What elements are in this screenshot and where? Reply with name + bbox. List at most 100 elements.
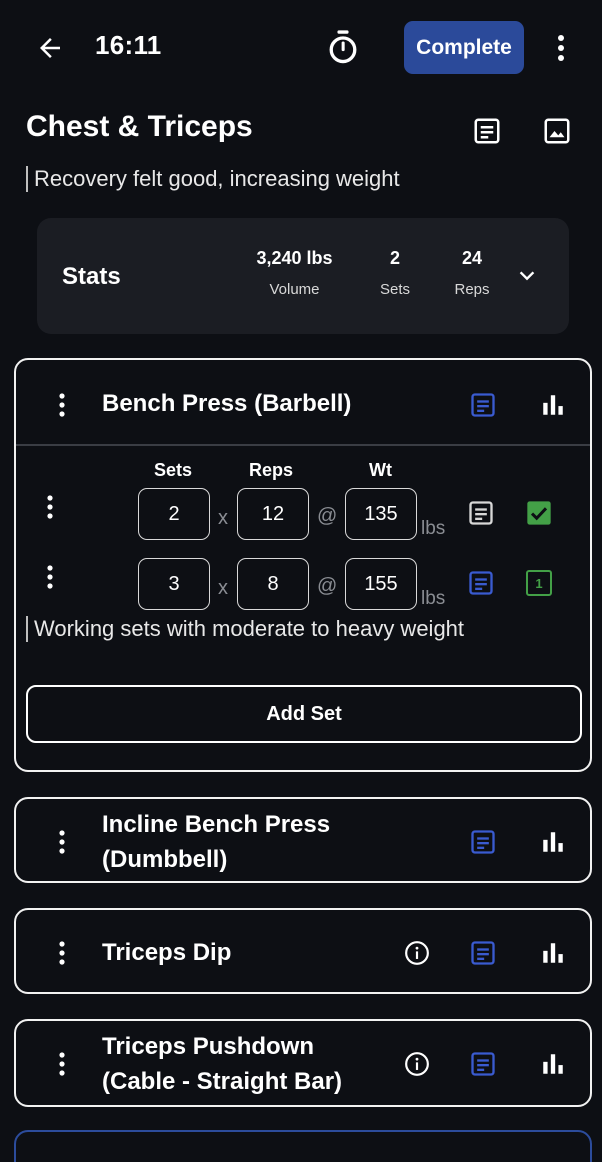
set-count-field[interactable]: 2 bbox=[138, 488, 210, 540]
bar-chart-icon bbox=[543, 395, 563, 415]
more-vert-icon bbox=[47, 565, 53, 589]
exercise-menu-button[interactable] bbox=[52, 827, 72, 857]
workout-notes-button[interactable] bbox=[470, 114, 504, 148]
at-separator: @ bbox=[317, 575, 338, 597]
workout-image-button[interactable] bbox=[540, 114, 574, 148]
set-count-field[interactable]: 3 bbox=[138, 558, 210, 610]
notes-icon bbox=[471, 1052, 495, 1076]
workout-note-text: Recovery felt good, increasing weight bbox=[34, 166, 400, 191]
exercise-info-button[interactable] bbox=[400, 1047, 434, 1081]
set-status-checkbox[interactable]: 1 bbox=[522, 566, 556, 600]
info-icon bbox=[405, 941, 429, 965]
column-header-weight: Wt bbox=[369, 460, 392, 480]
notes-icon bbox=[474, 118, 500, 144]
column-header-sets: Sets bbox=[154, 460, 193, 480]
stat-volume-value: 3,240 lbs bbox=[256, 248, 333, 268]
reps-field[interactable]: 12 bbox=[237, 488, 309, 540]
back-button[interactable] bbox=[30, 28, 70, 68]
set-number-icon: 1 bbox=[526, 570, 552, 596]
set-row-menu-button[interactable] bbox=[40, 492, 60, 522]
exercise-history-button[interactable] bbox=[536, 1047, 570, 1081]
stat-sets-value: 2 bbox=[389, 248, 400, 268]
more-vert-icon bbox=[59, 941, 65, 965]
complete-button[interactable]: Complete bbox=[404, 21, 524, 74]
stat-reps-label: Reps bbox=[454, 281, 490, 298]
exercise-notes-button[interactable] bbox=[466, 1047, 500, 1081]
exercise-card-incline-bench-press[interactable]: Incline Bench Press (Dumbbell) bbox=[14, 797, 592, 883]
set-notes-button[interactable] bbox=[464, 566, 498, 600]
exercise-name[interactable]: Bench Press (Barbell) bbox=[102, 386, 351, 421]
stats-label: Stats bbox=[62, 263, 121, 290]
exercise-name-line-1: Incline Bench Press bbox=[102, 811, 331, 838]
overflow-menu-button[interactable] bbox=[545, 30, 577, 66]
bar-chart-icon bbox=[543, 1054, 563, 1074]
notes-icon bbox=[471, 941, 495, 965]
stat-sets-label: Sets bbox=[379, 281, 410, 298]
reps-field[interactable]: 8 bbox=[237, 558, 309, 610]
times-separator: x bbox=[218, 507, 228, 529]
set-number-label: 1 bbox=[535, 575, 543, 591]
notes-icon bbox=[469, 571, 493, 595]
weight-field[interactable]: 155 bbox=[345, 558, 417, 610]
exercise-name[interactable]: Triceps Dip bbox=[102, 935, 231, 970]
back-arrow-icon bbox=[40, 38, 60, 58]
exercise-note[interactable]: Working sets with moderate to heavy weig… bbox=[26, 616, 464, 642]
weight-unit: lbs bbox=[421, 588, 446, 609]
more-vert-icon bbox=[59, 1052, 65, 1076]
exercise-notes-button[interactable] bbox=[466, 825, 500, 859]
weight-unit: lbs bbox=[421, 518, 446, 539]
timer-button[interactable] bbox=[322, 26, 364, 68]
workout-title[interactable]: Chest & Triceps bbox=[26, 110, 253, 144]
exercise-menu-button[interactable] bbox=[52, 1049, 72, 1079]
bar-chart-icon bbox=[543, 943, 563, 963]
exercise-name-line-2: (Dumbbell) bbox=[102, 846, 228, 873]
set-notes-button[interactable] bbox=[464, 496, 498, 530]
stat-volume: 3,240 lbs Volume bbox=[242, 248, 347, 298]
top-app-bar: 16:11 Complete bbox=[0, 0, 602, 96]
column-header-reps: Reps bbox=[249, 460, 294, 480]
workout-note[interactable]: Recovery felt good, increasing weight bbox=[26, 166, 400, 192]
more-vert-icon bbox=[47, 495, 53, 519]
image-icon bbox=[544, 118, 570, 144]
times-separator: x bbox=[218, 577, 228, 599]
text-cursor bbox=[26, 166, 28, 192]
stats-expand-button[interactable] bbox=[511, 260, 543, 292]
set-complete-checkbox[interactable] bbox=[522, 496, 556, 530]
exercise-history-button[interactable] bbox=[536, 825, 570, 859]
exercise-menu-button[interactable] bbox=[52, 938, 72, 968]
exercise-card-triceps-dip[interactable]: Triceps Dip bbox=[14, 908, 592, 994]
card-divider bbox=[16, 444, 590, 446]
stat-volume-label: Volume bbox=[269, 281, 320, 298]
exercise-name[interactable]: Triceps Pushdown (Cable - Straight Bar) bbox=[102, 1029, 342, 1099]
chevron-down-icon bbox=[519, 271, 535, 281]
more-vert-icon bbox=[558, 35, 564, 61]
notes-icon bbox=[471, 393, 495, 417]
stat-reps: 24 Reps bbox=[447, 248, 497, 298]
exercise-history-button[interactable] bbox=[536, 388, 570, 422]
stat-reps-value: 24 bbox=[461, 248, 483, 268]
add-set-button[interactable]: Add Set bbox=[26, 685, 582, 743]
more-vert-icon bbox=[59, 830, 65, 854]
text-cursor bbox=[26, 616, 28, 642]
info-icon bbox=[405, 1052, 429, 1076]
weight-field[interactable]: 135 bbox=[345, 488, 417, 540]
timer-icon bbox=[329, 30, 357, 64]
exercise-notes-button[interactable] bbox=[466, 936, 500, 970]
exercise-notes-button[interactable] bbox=[466, 388, 500, 422]
checkbox-checked-icon bbox=[527, 501, 551, 525]
at-separator: @ bbox=[317, 505, 338, 527]
exercise-info-button[interactable] bbox=[400, 936, 434, 970]
stat-sets: 2 Sets bbox=[370, 248, 420, 298]
exercise-card-triceps-pushdown[interactable]: Triceps Pushdown (Cable - Straight Bar) bbox=[14, 1019, 592, 1107]
set-row-menu-button[interactable] bbox=[40, 562, 60, 592]
exercise-menu-button[interactable] bbox=[52, 390, 72, 420]
stats-panel[interactable]: Stats 3,240 lbs Volume 2 Sets 24 Reps bbox=[37, 218, 569, 334]
exercise-name-line-2: (Cable - Straight Bar) bbox=[102, 1068, 343, 1095]
exercise-history-button[interactable] bbox=[536, 936, 570, 970]
add-exercise-card[interactable] bbox=[14, 1130, 592, 1162]
notes-icon bbox=[471, 830, 495, 854]
elapsed-time: 16:11 bbox=[95, 30, 162, 60]
exercise-note-text: Working sets with moderate to heavy weig… bbox=[34, 616, 465, 641]
notes-icon bbox=[469, 501, 493, 525]
exercise-name[interactable]: Incline Bench Press (Dumbbell) bbox=[102, 807, 330, 877]
